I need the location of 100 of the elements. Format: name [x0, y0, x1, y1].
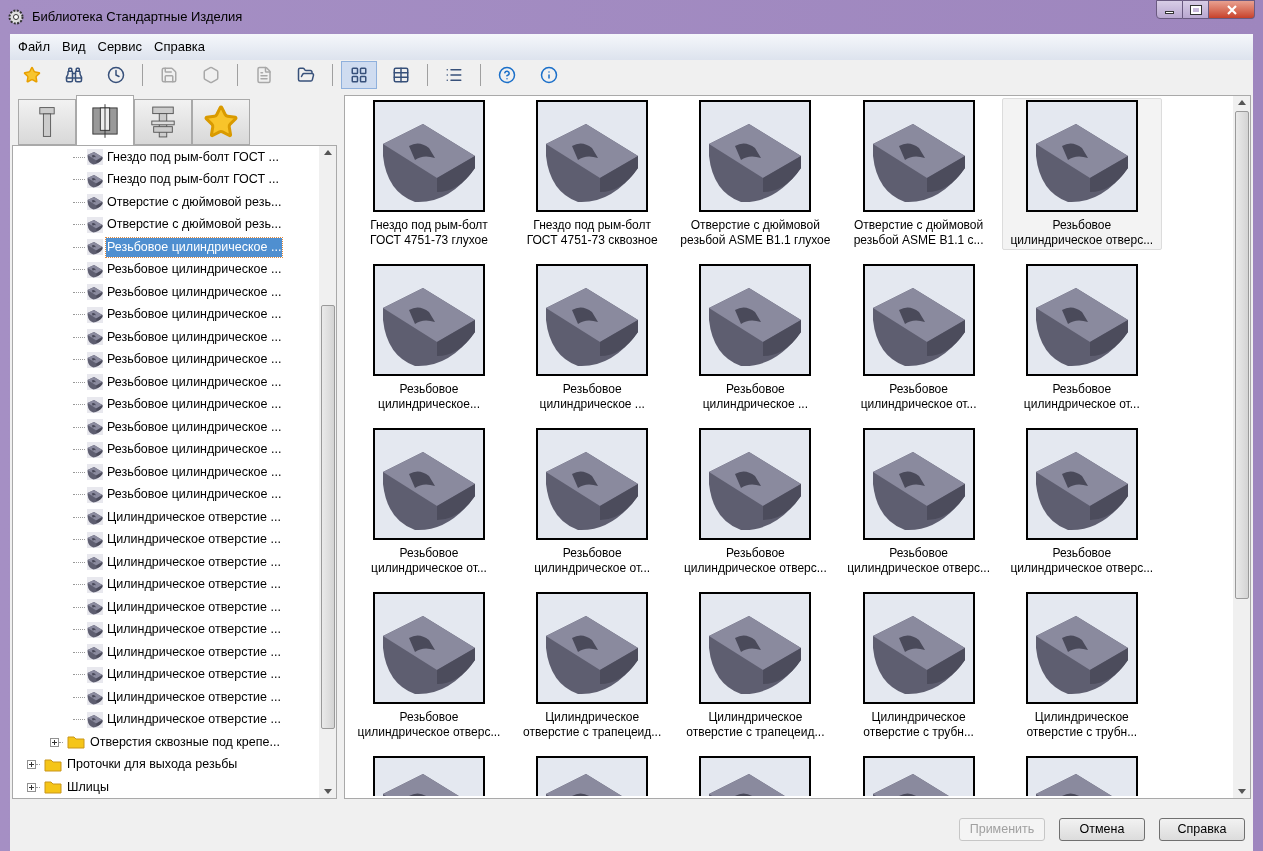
binoculars-icon — [65, 66, 83, 84]
library-item[interactable]: Цилиндрическое отверстие с трубн... — [1001, 590, 1162, 742]
expand-toggle-icon[interactable] — [27, 782, 36, 792]
tree-item[interactable]: Цилиндрическое отверстие ... — [106, 642, 282, 662]
toolbar-button[interactable] — [341, 61, 377, 89]
library-item[interactable]: Резьбовое цилиндрическое отверс... — [1001, 426, 1162, 578]
dialog-button[interactable]: Справка — [1159, 817, 1245, 841]
item-label: Резьбовое цилиндрическое отверс... — [1010, 218, 1154, 248]
tree-item[interactable]: Проточки для выхода резьбы — [66, 755, 239, 775]
item-label: Резьбовое цилиндрическое от... — [860, 382, 977, 412]
star-icon — [23, 66, 41, 84]
library-item[interactable]: Цилиндрическое отверстие с трубн... — [838, 590, 999, 742]
folder-icon — [44, 780, 62, 795]
expand-toggle-icon[interactable] — [50, 737, 59, 747]
library-item[interactable]: Резьбовое цилиндрическое отверс... — [675, 426, 836, 578]
tree-item[interactable]: Резьбовое цилиндрическое ... — [106, 372, 283, 392]
tree-item[interactable]: Резьбовое цилиндрическое ... — [106, 440, 283, 460]
menu-item[interactable]: Справка — [148, 37, 212, 57]
tree-item[interactable]: Резьбовое цилиндрическое ... — [106, 485, 283, 505]
library-item[interactable]: Резьбовое цилиндрическое от... — [1001, 262, 1162, 414]
item-label: Резьбовое цилиндрическое отверс... — [1010, 546, 1154, 576]
library-item[interactable]: Цилиндрическое отверстие с трапецеид... — [675, 590, 836, 742]
library-item[interactable]: Резьбовое цилиндрическое ... — [512, 262, 673, 414]
tree-item[interactable]: Резьбовое цилиндрическое ... — [106, 350, 283, 370]
library-item[interactable]: Гнездо под рым-болт ГОСТ 4751-73 сквозное — [512, 98, 673, 250]
tree-item[interactable]: Цилиндрическое отверстие ... — [106, 687, 282, 707]
tree-item[interactable]: Шлицы — [66, 777, 110, 797]
library-item[interactable]: Отверстие с дюймовой резьбой ASME B1.1 глухое — [675, 98, 836, 250]
tree-item[interactable]: Резьбовое цилиндрическое ... — [106, 327, 283, 347]
tree-item[interactable]: Цилиндрическое отверстие ... — [106, 507, 282, 527]
tab[interactable] — [134, 99, 192, 145]
save-icon — [160, 66, 178, 84]
tree-item[interactable]: Резьбовое цилиндрическое ... — [106, 395, 283, 415]
library-item[interactable]: Резьбовое цилиндрическое от... — [349, 426, 509, 578]
folder-icon — [44, 757, 62, 772]
library-item[interactable]: Резьбовое цилиндрическое отверс... — [349, 590, 509, 742]
tree-item[interactable]: Цилиндрическое отверстие ... — [106, 552, 282, 572]
tree-item[interactable]: Отверстие с дюймовой резь... — [106, 192, 283, 212]
part-icon — [87, 239, 103, 256]
library-item[interactable]: Отверстие с дюймовой резьбой ASME B1.1 с... — [838, 98, 999, 250]
tab[interactable] — [76, 95, 134, 145]
list-icon — [445, 66, 463, 84]
item-label: Резьбовое цилиндрическое от... — [371, 546, 487, 576]
tree-item[interactable]: Гнездо под рым-болт ГОСТ ... — [106, 147, 280, 167]
library-item[interactable]: Резьбовое цилиндрическое ... — [675, 262, 836, 414]
menu-item[interactable]: Вид — [55, 37, 92, 57]
tree-item[interactable]: Гнездо под рым-болт ГОСТ ... — [106, 170, 280, 190]
part-icon — [87, 374, 103, 391]
part-icon — [87, 194, 103, 211]
library-item[interactable]: Резьбовое цилиндрическое отверс... — [1001, 98, 1162, 250]
scroll-down-arrow-icon[interactable] — [1237, 789, 1246, 794]
part-icon — [87, 599, 103, 616]
item-label: Цилиндрическое отверстие с трубн... — [863, 710, 974, 740]
tree-item[interactable]: Цилиндрическое отверстие ... — [106, 620, 282, 640]
library-item[interactable]: Резьбовое цилиндрическое от... — [512, 426, 673, 578]
library-item[interactable]: Резьбовое цилиндрическое от... — [838, 262, 999, 414]
tree-item[interactable]: Цилиндрическое отверстие ... — [106, 530, 282, 550]
info-icon — [540, 66, 558, 84]
library-item[interactable]: Резьбовое цилиндрическое... — [349, 262, 509, 414]
tree-item[interactable]: Цилиндрическое отверстие ... — [106, 665, 282, 685]
item-label: Цилиндрическое отверстие с трапецеид... — [686, 710, 825, 740]
scroll-up-arrow-icon[interactable] — [323, 150, 332, 155]
maximize-button[interactable] — [1183, 0, 1209, 19]
item-label: Цилиндрическое отверстие с трапецеид... — [523, 710, 662, 740]
bolt-icon — [38, 105, 56, 139]
close-icon — [1226, 4, 1237, 15]
minimize-button[interactable] — [1156, 0, 1183, 19]
grid-view-icon — [350, 66, 368, 84]
document-icon — [255, 66, 273, 84]
clock-icon — [107, 66, 125, 84]
close-button[interactable] — [1209, 0, 1255, 19]
tree-item[interactable]: Цилиндрическое отверстие ... — [106, 597, 282, 617]
tree-item[interactable]: Резьбовое цилиндрическое ... — [106, 260, 283, 280]
library-item[interactable]: Резьбовое цилиндрическое отверс... — [838, 426, 999, 578]
item-label: Цилиндрическое отверстие с трубн... — [1026, 710, 1138, 740]
dialog-button[interactable]: Отмена — [1059, 817, 1145, 841]
scrollbar[interactable] — [319, 146, 336, 798]
folder-icon — [67, 735, 85, 750]
tab[interactable] — [18, 99, 76, 145]
tree-item[interactable]: Резьбовое цилиндрическое ... — [106, 305, 283, 325]
tree-item[interactable]: Цилиндрическое отверстие ... — [106, 575, 282, 595]
part-icon — [87, 419, 103, 436]
hexagon-icon — [202, 66, 220, 84]
scrollbar[interactable] — [1233, 96, 1250, 798]
expand-toggle-icon[interactable] — [27, 760, 36, 770]
scroll-down-arrow-icon[interactable] — [323, 789, 332, 794]
tree-item[interactable]: Отверстие с дюймовой резь... — [106, 215, 283, 235]
menu-item[interactable]: Сервис — [91, 37, 149, 57]
library-item[interactable]: Цилиндрическое отверстие с трапецеид... — [512, 590, 673, 742]
tree-item[interactable]: Цилиндрическое отверстие ... — [106, 710, 282, 730]
tree-item[interactable]: Резьбовое цилиндрическое ... — [106, 282, 283, 302]
tree-item[interactable]: Резьбовое цилиндрическое ... — [106, 417, 283, 437]
part-icon — [87, 329, 103, 346]
tree-item[interactable]: Резьбовое цилиндрическое ... — [106, 462, 283, 482]
menu-item[interactable]: Файл — [12, 37, 56, 57]
hole-section-icon — [91, 103, 119, 138]
scroll-up-arrow-icon[interactable] — [1237, 100, 1246, 105]
tree-item[interactable]: Отверстия сквозные под крепе... — [89, 732, 281, 752]
part-icon — [87, 284, 103, 301]
library-item[interactable]: Гнездо под рым-болт ГОСТ 4751-73 глухое — [349, 98, 509, 250]
